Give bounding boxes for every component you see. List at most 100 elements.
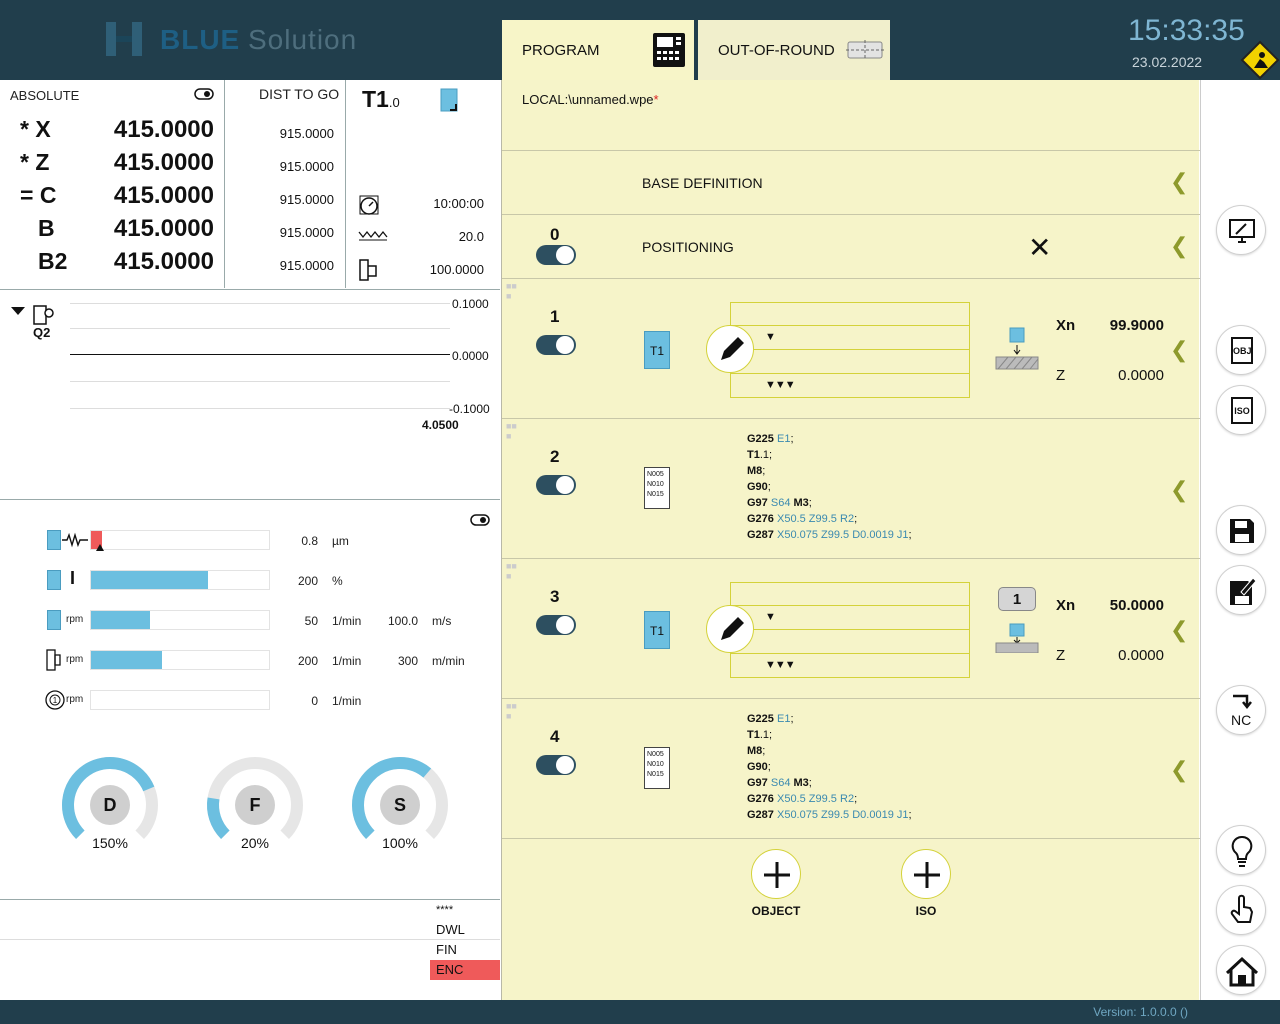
row-enable-toggle[interactable] — [536, 475, 576, 495]
step-parameter-box[interactable]: ▼ ▼▼▼ — [730, 302, 970, 398]
monitor-icon — [1229, 219, 1255, 243]
display-button[interactable] — [1216, 205, 1266, 255]
dial-letter: S — [380, 785, 420, 825]
maintenance-warning-icon[interactable] — [1240, 40, 1280, 80]
program-step-row[interactable]: ■■ ■ 2 N005 N010 N015 G225 E1; T1.1; M8; G9… — [502, 419, 1200, 559]
iso-document-icon: N005 N010 N015 — [644, 467, 670, 509]
edit-button[interactable] — [706, 605, 754, 653]
positioning-row[interactable]: 0 POSITIONING ✕ ❮ — [502, 215, 1200, 279]
xn-value: 50.0000 — [1109, 597, 1164, 614]
home-icon — [1225, 956, 1259, 987]
gauge-unit: 1/min — [332, 694, 362, 708]
save-as-button[interactable] — [1216, 565, 1266, 615]
chevron-left-icon[interactable]: ❮ — [1170, 337, 1188, 363]
home-button[interactable] — [1216, 945, 1266, 995]
dropdown-arrow-icon[interactable]: ▼ — [765, 611, 776, 623]
manual-mode-button[interactable] — [1216, 885, 1266, 935]
axis-name: C — [39, 182, 57, 208]
clock-date: 23.02.2022 — [1132, 54, 1203, 70]
axis-dist: 915.0000 — [279, 159, 334, 174]
display-toggle-icon[interactable] — [194, 88, 214, 100]
row-enable-toggle[interactable] — [536, 615, 576, 635]
base-definition-row[interactable]: BASE DEFINITION ❮ — [502, 151, 1200, 215]
close-icon[interactable]: ✕ — [1028, 231, 1051, 264]
top-bar: BLUE Solution PROGRAM OUT-OF-ROUND 15:33… — [0, 0, 1280, 80]
pencil-icon — [721, 617, 744, 640]
chevron-left-icon[interactable]: ❮ — [1170, 477, 1188, 503]
logo-icon — [106, 22, 142, 56]
chevron-left-icon[interactable]: ❮ — [1170, 169, 1188, 195]
step-parameter-box[interactable]: ▼ ▼▼▼ — [730, 582, 970, 678]
axis-prefix: * — [20, 149, 29, 175]
iso-code-block: G225 E1; T1.1; M8; G90; G97 S64 M3; G276… — [747, 713, 912, 821]
chevron-left-icon[interactable]: ❮ — [1170, 233, 1188, 259]
status-fin: FIN — [436, 942, 457, 957]
vibration-indicator — [47, 530, 61, 550]
program-step-row[interactable]: ■■ ■ 3 T1 ▼ ▼▼▼ 1 Xn 50.0000 Z 0.0000 ❮ — [502, 559, 1200, 699]
iso-code-block: G225 E1; T1.1; M8; G90; G97 S64 M3; G276… — [747, 433, 912, 541]
absolute-header: ABSOLUTE — [10, 88, 80, 103]
chart-xval: 4.0500 — [422, 418, 459, 432]
program-step-row[interactable]: ■■ ■ 4 N005 N010 N015 G225 E1; T1.1; M8; G9… — [502, 699, 1200, 839]
positioning-label: POSITIONING — [642, 239, 734, 255]
add-object-button[interactable] — [751, 849, 801, 899]
drag-handle-icon[interactable]: ■■ ■ — [506, 421, 517, 441]
status-panel: **** DWL FIN ENC — [0, 900, 500, 1000]
nc-button[interactable]: NC — [1216, 685, 1266, 735]
gauge-extra-unit: m/s — [432, 614, 452, 628]
triple-arrow-icon[interactable]: ▼▼▼ — [765, 379, 796, 391]
add-object-label: OBJECT — [751, 904, 801, 918]
tab-program-label: PROGRAM — [522, 42, 600, 59]
plus-icon — [914, 862, 940, 888]
dial-letter: F — [235, 785, 275, 825]
svg-text:1: 1 — [53, 696, 58, 705]
z-value: 0.0000 — [1118, 647, 1164, 664]
axis-value: 415.0000 — [113, 182, 214, 209]
dial-fill — [207, 797, 230, 839]
drag-handle-icon[interactable]: ■■ ■ — [506, 281, 517, 301]
row-number: 1 — [550, 307, 560, 326]
cnc-terminal-icon — [653, 33, 685, 67]
gauge-extra-unit: m/min — [432, 654, 465, 668]
nc-arrow-icon — [1233, 694, 1252, 710]
tool-icon — [440, 88, 458, 112]
iso-file-button[interactable]: ISO — [1216, 385, 1266, 435]
tab-out-of-round[interactable]: OUT-OF-ROUND — [698, 20, 890, 80]
chevron-left-icon[interactable]: ❮ — [1170, 757, 1188, 783]
brand-name-light: Solution — [248, 24, 358, 55]
drag-handle-icon[interactable]: ■■ ■ — [506, 561, 517, 581]
tab-out-of-round-label: OUT-OF-ROUND — [718, 42, 835, 59]
gauge-unit: µm — [332, 534, 349, 548]
tab-program[interactable]: PROGRAM — [502, 20, 694, 80]
row-enable-toggle[interactable] — [536, 335, 576, 355]
dropdown-arrow-icon[interactable]: ▼ — [765, 331, 776, 343]
touch-hand-icon — [1230, 894, 1254, 923]
version-label: Version: 1.0.0.0 () — [1093, 1005, 1188, 1019]
gauge-value: 200 — [297, 574, 318, 588]
drag-handle-icon[interactable]: ■■ ■ — [506, 701, 517, 721]
triple-arrow-icon[interactable]: ▼▼▼ — [765, 659, 796, 671]
save-button[interactable] — [1216, 505, 1266, 555]
program-step-row[interactable]: ■■ ■ 1 T1 ▼ ▼▼▼ Xn 99.9000 Z 0.0000 ❮ — [502, 279, 1200, 419]
probe-label: Q2 — [33, 325, 51, 340]
gauge-value: 0 — [311, 694, 318, 708]
obj-file-button[interactable]: OBJ — [1216, 325, 1266, 375]
axis-dist: 915.0000 — [279, 126, 334, 141]
current-icon: I — [70, 568, 76, 588]
gauge-toggle-icon[interactable] — [470, 514, 490, 526]
chart-ymin: -0.1000 — [449, 402, 490, 416]
add-iso-button[interactable] — [901, 849, 951, 899]
edit-button[interactable] — [706, 325, 754, 373]
gauge-extra: 300 — [397, 654, 418, 668]
row-enable-toggle[interactable] — [536, 245, 576, 265]
file-path: LOCAL:\unnamed.wpe* — [522, 92, 659, 107]
row-enable-toggle[interactable] — [536, 755, 576, 775]
spindle-indicator — [47, 610, 61, 630]
chart-ymax: 0.1000 — [452, 297, 489, 311]
right-sidebar: OBJ ISO NC — [1200, 80, 1280, 1000]
collapse-triangle-icon[interactable] — [10, 306, 26, 316]
chevron-left-icon[interactable]: ❮ — [1170, 617, 1188, 643]
status-footer: Version: 1.0.0.0 () — [0, 1000, 1280, 1024]
hint-button[interactable] — [1216, 825, 1266, 875]
workpiece-bar — [90, 690, 270, 710]
